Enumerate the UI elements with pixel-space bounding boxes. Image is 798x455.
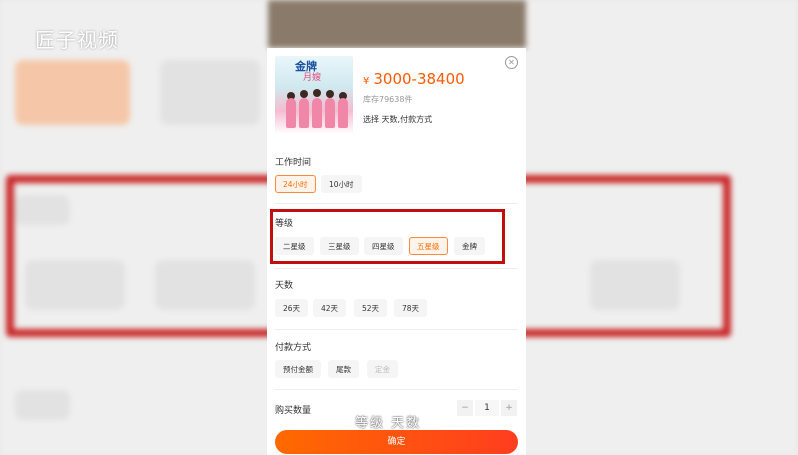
section-title-payment: 付款方式 — [275, 343, 312, 353]
video-top-strip — [268, 0, 526, 48]
figure-head — [313, 89, 321, 97]
option-52-days[interactable]: 52天 — [354, 299, 388, 317]
price: ¥3000-38400 — [363, 70, 465, 88]
divider — [275, 389, 518, 390]
figure — [325, 98, 335, 128]
plus-button[interactable]: + — [501, 400, 517, 416]
bg-block — [15, 60, 130, 125]
product-image-subtitle: 月嫂 — [303, 73, 322, 83]
section-title-work-time: 工作时间 — [275, 158, 312, 168]
figure — [338, 98, 348, 128]
bg-block — [15, 195, 70, 225]
divider — [275, 329, 518, 330]
divider — [275, 268, 518, 269]
option-42-days[interactable]: 42天 — [313, 299, 347, 317]
minus-button[interactable]: − — [457, 400, 473, 416]
video-subtitle: 等级 天数 — [355, 416, 422, 431]
figure — [312, 98, 322, 128]
option-balance[interactable]: 尾款 — [328, 360, 359, 378]
figure — [286, 98, 296, 128]
bg-block — [15, 390, 70, 420]
bg-block — [155, 260, 255, 310]
option-24-hours[interactable]: 24小时 — [275, 175, 316, 193]
confirm-button[interactable]: 确定 — [275, 430, 518, 454]
option-prepay[interactable]: 预付金额 — [275, 360, 321, 378]
figure-head — [326, 90, 334, 98]
option-deposit: 定金 — [367, 360, 398, 378]
product-image: 金牌 月嫂 — [275, 56, 353, 134]
option-10-hours[interactable]: 10小时 — [321, 175, 362, 193]
currency-symbol: ¥ — [363, 76, 370, 87]
level-highlight-frame — [270, 209, 505, 264]
figure-head — [300, 90, 308, 98]
stock-count: 库存79638件 — [363, 95, 413, 104]
quantity-stepper: − 1 + — [457, 400, 519, 416]
quantity-label: 购买数量 — [275, 406, 312, 416]
section-title-days: 天数 — [275, 281, 294, 291]
bg-block — [25, 260, 125, 310]
figure — [299, 98, 309, 128]
sku-selection-panel: 金牌 月嫂 ¥3000-38400 库存79638件 选择 天数,付款方式 ✕ … — [267, 48, 526, 455]
option-26-days[interactable]: 26天 — [275, 299, 309, 317]
close-icon[interactable]: ✕ — [505, 56, 518, 69]
selection-hint: 选择 天数,付款方式 — [363, 115, 433, 124]
quantity-value[interactable]: 1 — [475, 400, 499, 416]
option-78-days[interactable]: 78天 — [394, 299, 428, 317]
divider — [275, 203, 518, 204]
bg-block — [590, 260, 680, 310]
bg-block — [160, 60, 260, 125]
price-range: 3000-38400 — [373, 70, 465, 88]
watermark-text: 匠子视频 — [35, 28, 119, 52]
